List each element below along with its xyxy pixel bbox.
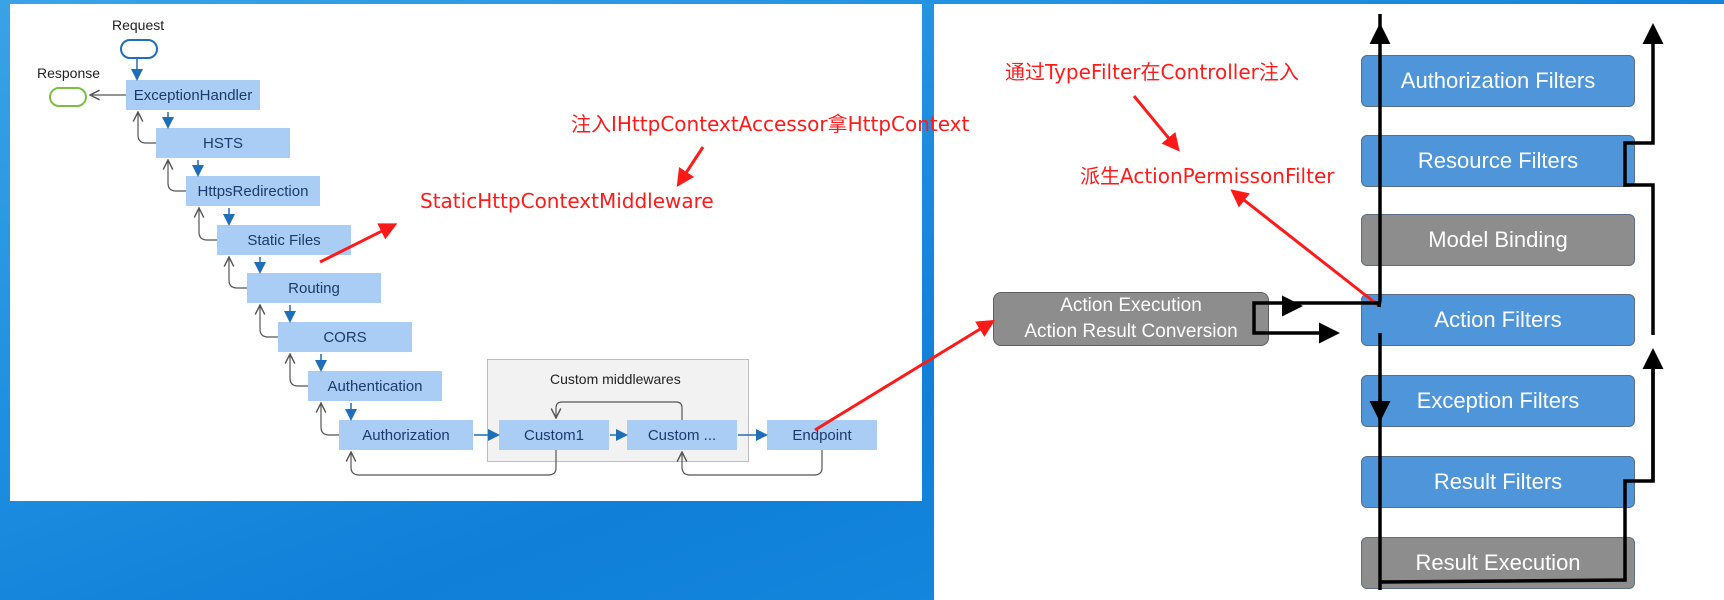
connectors-layer	[0, 14, 1664, 590]
